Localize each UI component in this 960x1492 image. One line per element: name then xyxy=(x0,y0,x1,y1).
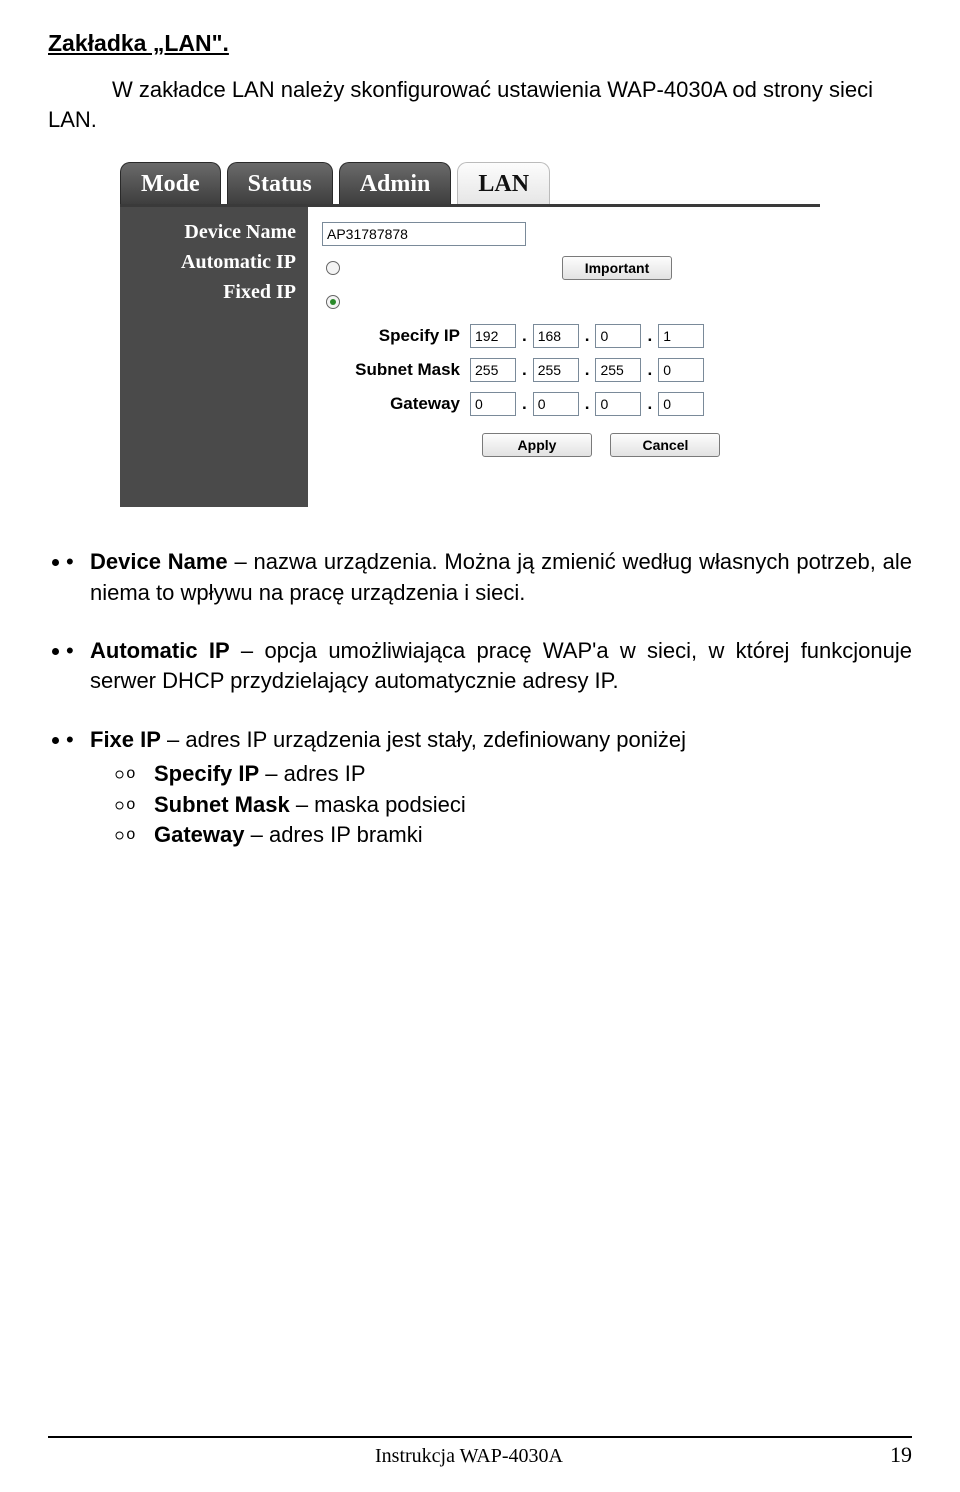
gw-octet-2[interactable] xyxy=(533,392,579,416)
ip-octet-2[interactable] xyxy=(533,324,579,348)
footer-label: Instrukcja WAP-4030A xyxy=(375,1445,563,1468)
footer-rule xyxy=(48,1436,912,1438)
description-list: Device Name – nazwa urządzenia. Można ją… xyxy=(72,547,912,850)
dot-icon: . xyxy=(579,360,596,380)
sidebar-label-automatic-ip: Automatic IP xyxy=(132,247,296,277)
sidebar-label-fixed-ip: Fixed IP xyxy=(132,277,296,307)
cancel-button[interactable]: Cancel xyxy=(610,433,720,457)
dot-icon: . xyxy=(579,326,596,346)
desc-fixe-ip: – adres IP urządzenia jest stały, zdefin… xyxy=(161,727,686,752)
router-ui-screenshot: Mode Status Admin LAN Device Name Automa… xyxy=(120,162,820,507)
dot-icon: . xyxy=(641,326,658,346)
term-subnet-mask: Subnet Mask xyxy=(154,792,290,817)
term-device-name: Device Name xyxy=(90,549,228,574)
dot-icon: . xyxy=(641,360,658,380)
sub-item: Gateway – adres IP bramki xyxy=(136,820,912,850)
label-subnet-mask: Subnet Mask xyxy=(322,360,470,380)
sidebar-label-device-name: Device Name xyxy=(132,217,296,247)
section-heading: Zakładka „LAN". xyxy=(48,30,912,57)
fixed-ip-radio[interactable] xyxy=(326,295,340,309)
ip-octet-1[interactable] xyxy=(470,324,516,348)
term-automatic-ip: Automatic IP xyxy=(90,638,230,663)
tab-admin[interactable]: Admin xyxy=(339,162,452,204)
dot-icon: . xyxy=(516,326,533,346)
dot-icon: . xyxy=(516,360,533,380)
sub-list: Specify IP – adres IP Subnet Mask – mask… xyxy=(136,759,912,850)
apply-button[interactable]: Apply xyxy=(482,433,592,457)
mask-octet-1[interactable] xyxy=(470,358,516,382)
ip-octet-4[interactable] xyxy=(658,324,704,348)
list-item: Device Name – nazwa urządzenia. Można ją… xyxy=(72,547,912,608)
ip-octet-3[interactable] xyxy=(595,324,641,348)
list-item: Automatic IP – opcja umożliwiająca pracę… xyxy=(72,636,912,697)
page-number: 19 xyxy=(890,1442,912,1468)
term-fixe-ip: Fixe IP xyxy=(90,727,161,752)
tab-bar: Mode Status Admin LAN xyxy=(120,162,820,204)
tab-lan[interactable]: LAN xyxy=(457,162,550,204)
sidebar: Device Name Automatic IP Fixed IP xyxy=(120,207,308,507)
desc-specify-ip: – adres IP xyxy=(259,761,365,786)
desc-subnet-mask: – maska podsieci xyxy=(290,792,466,817)
dot-icon: . xyxy=(579,394,596,414)
sub-item: Specify IP – adres IP xyxy=(136,759,912,789)
device-name-input[interactable] xyxy=(322,222,526,246)
label-specify-ip: Specify IP xyxy=(322,326,470,346)
term-gateway: Gateway xyxy=(154,822,245,847)
label-gateway: Gateway xyxy=(322,394,470,414)
gw-octet-3[interactable] xyxy=(595,392,641,416)
lan-form: Important Specify IP . . . Subnet Mask xyxy=(308,207,820,507)
desc-gateway: – adres IP bramki xyxy=(245,822,423,847)
gw-octet-1[interactable] xyxy=(470,392,516,416)
tab-status[interactable]: Status xyxy=(227,162,333,204)
dot-icon: . xyxy=(516,394,533,414)
important-button[interactable]: Important xyxy=(562,256,672,280)
mask-octet-2[interactable] xyxy=(533,358,579,382)
gw-octet-4[interactable] xyxy=(658,392,704,416)
intro-paragraph: W zakładce LAN należy skonfigurować usta… xyxy=(48,75,912,134)
term-specify-ip: Specify IP xyxy=(154,761,259,786)
page-footer: Instrukcja WAP-4030A 19 xyxy=(48,1436,912,1468)
mask-octet-4[interactable] xyxy=(658,358,704,382)
automatic-ip-radio[interactable] xyxy=(326,261,340,275)
dot-icon: . xyxy=(641,394,658,414)
list-item: Fixe IP – adres IP urządzenia jest stały… xyxy=(72,725,912,850)
tab-mode[interactable]: Mode xyxy=(120,162,221,204)
mask-octet-3[interactable] xyxy=(595,358,641,382)
sub-item: Subnet Mask – maska podsieci xyxy=(136,790,912,820)
